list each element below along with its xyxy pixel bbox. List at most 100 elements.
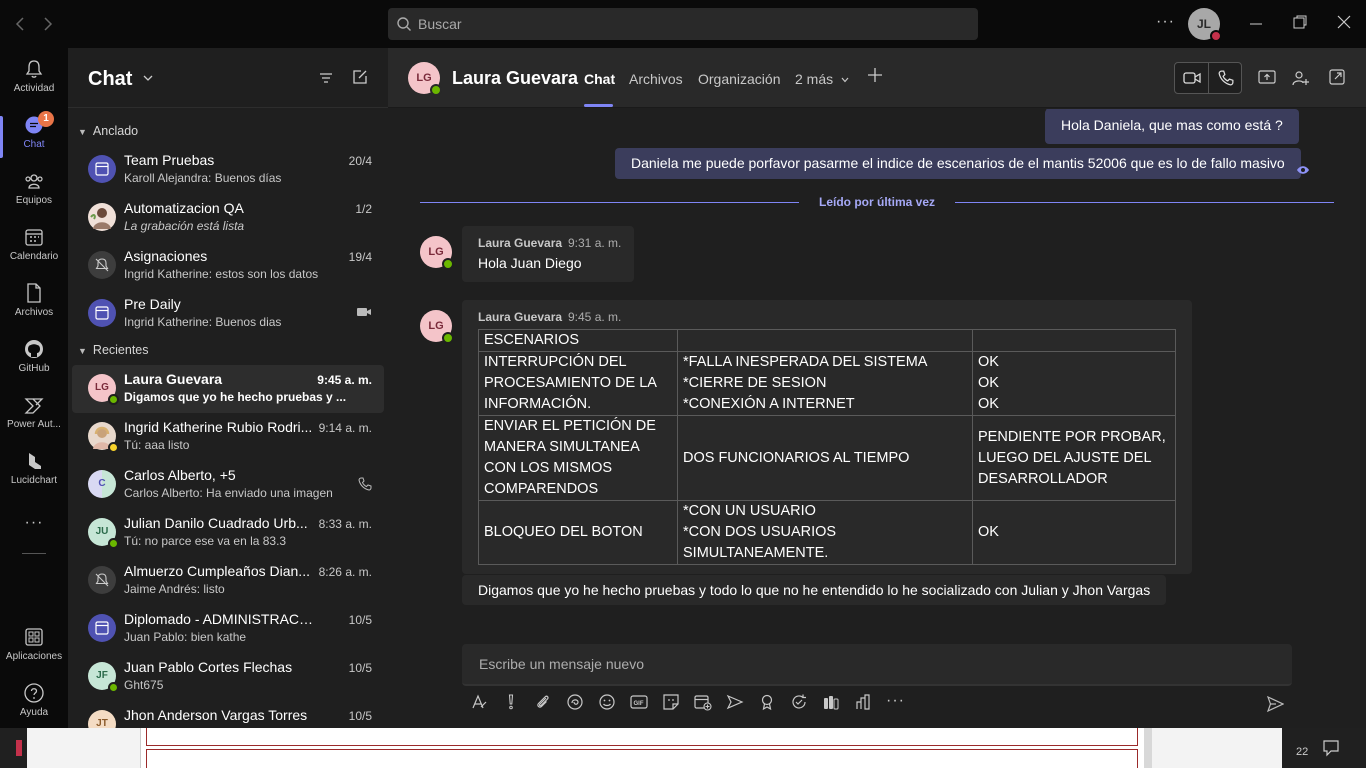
settings-more-button[interactable]: ···: [1156, 13, 1175, 31]
rail-item-calendario[interactable]: Calendario: [0, 226, 68, 276]
forward-arrow-icon[interactable]: [40, 14, 60, 34]
pop-out-icon[interactable]: [1329, 69, 1345, 85]
message-compose-box[interactable]: Escribe un mensaje nuevo: [462, 644, 1292, 686]
chat-item-pre-daily[interactable]: Pre Daily Ingrid Katherine: Buenos dias: [72, 290, 384, 338]
gif-icon[interactable]: GIF: [630, 693, 648, 711]
app-hand-icon[interactable]: [822, 693, 840, 711]
user-avatar[interactable]: JL: [1188, 8, 1222, 42]
loop-icon[interactable]: [566, 693, 584, 711]
table-cell: PENDIENTE POR PROBAR, LUEGO DEL AJUSTE D…: [972, 415, 1176, 501]
chat-item-time: 20/4: [348, 154, 372, 168]
chevron-down-icon[interactable]: [142, 72, 154, 84]
group-avatar: C: [88, 470, 116, 498]
tab-chat[interactable]: Chat: [584, 71, 615, 87]
sender-name: Laura Guevara: [478, 236, 563, 250]
sticker-icon[interactable]: [662, 693, 680, 711]
user-initials: JL: [1196, 17, 1211, 31]
chat-item-almuerzo[interactable]: Almuerzo Cumpleaños Dian... Jaime Andrés…: [72, 557, 384, 605]
message-time: 9:31 a. m.: [568, 236, 622, 250]
praise-icon[interactable]: [758, 693, 776, 711]
search-input[interactable]: Buscar: [388, 8, 978, 40]
section-label: Anclado: [92, 124, 139, 138]
sender-avatar[interactable]: LG: [420, 310, 454, 344]
add-people-icon[interactable]: [1292, 69, 1310, 87]
close-icon[interactable]: [1336, 14, 1356, 34]
compose-placeholder: Escribe un mensaje nuevo: [479, 656, 644, 672]
chat-item-preview: Tú: aaa listo: [124, 438, 190, 452]
chat-item-preview: Ingrid Katherine: estos son los datos: [124, 267, 319, 281]
chat-list-panel: Chat ▼ Anclado Team Pruebas Karoll Alejan…: [68, 48, 388, 728]
chat-item-time: 10/5: [348, 709, 372, 723]
chat-list-title[interactable]: Chat: [88, 68, 132, 91]
chat-item-ingrid-katherine[interactable]: Ingrid Katherine Rubio Rodri... Tú: aaa …: [72, 413, 384, 461]
back-arrow-icon[interactable]: [12, 14, 32, 34]
chat-item-preview: Carlos Alberto: Ha enviado una imagen: [124, 486, 333, 500]
rail-item-aplicaciones[interactable]: Aplicaciones: [0, 626, 68, 676]
section-pinned[interactable]: ▼ Anclado: [78, 124, 138, 138]
rail-item-chat[interactable]: 1 Chat: [0, 111, 68, 164]
more-options-icon[interactable]: ···: [886, 692, 905, 710]
chat-item-preview: Jaime Andrés: listo: [124, 582, 225, 596]
table-row: BLOQUEO DEL BOTON *CON UN USUARIO *CON D…: [478, 500, 1176, 565]
message-bubble[interactable]: Laura Guevara 9:31 a. m. Hola Juan Diego: [462, 226, 634, 282]
chat-item-laura-guevara[interactable]: LG Laura Guevara Digamos que yo he hecho…: [72, 365, 384, 413]
rail-more-button[interactable]: ···: [0, 514, 68, 536]
stream-icon[interactable]: [726, 693, 744, 711]
rail-item-ayuda[interactable]: Ayuda: [0, 682, 68, 732]
restore-icon[interactable]: [1292, 14, 1312, 34]
schedule-meeting-icon[interactable]: [694, 693, 712, 711]
new-chat-icon[interactable]: [352, 69, 368, 85]
rail-item-actividad[interactable]: Actividad: [0, 58, 68, 108]
approvals-icon[interactable]: [790, 693, 808, 711]
chat-item-preview: Ght675: [124, 678, 164, 692]
message-bubble[interactable]: Laura Guevara 9:45 a. m. ESCENARIOS INTE…: [462, 300, 1192, 574]
rail-item-lucidchart[interactable]: Lucidchart: [0, 450, 68, 500]
audio-call-icon[interactable]: [1209, 63, 1243, 93]
tab-organizacion[interactable]: Organización: [698, 71, 781, 87]
chat-item-automatizacion-qa[interactable]: Automatizacion QA La grabación está list…: [72, 194, 384, 242]
my-message[interactable]: Daniela me puede porfavor pasarme el ind…: [615, 148, 1301, 179]
format-icon[interactable]: [470, 693, 488, 711]
chat-item-diplomado[interactable]: Diplomado - ADMINISTRACIÓN ... Juan Pabl…: [72, 605, 384, 653]
chat-item-juan-pablo[interactable]: JF Juan Pablo Cortes Flechas Ght675 10/5: [72, 653, 384, 701]
chat-list-header: Chat: [68, 48, 388, 108]
chat-item-name: Diplomado - ADMINISTRACIÓN ...: [124, 611, 314, 627]
filter-icon[interactable]: [318, 70, 334, 86]
header-avatar[interactable]: LG: [408, 62, 442, 96]
emoji-icon[interactable]: [598, 693, 616, 711]
notification-icon[interactable]: [1322, 739, 1340, 757]
table-cell: ENVIAR EL PETICIÓN DE MANERA SIMULTANEA …: [478, 415, 678, 501]
chat-item-preview: La grabación está lista: [124, 219, 245, 233]
sender-avatar[interactable]: LG: [420, 236, 454, 270]
chat-item-julian-danilo[interactable]: JU Julian Danilo Cuadrado Urb... Tú: no …: [72, 509, 384, 557]
rail-item-archivos[interactable]: Archivos: [0, 282, 68, 332]
attach-icon[interactable]: [534, 693, 552, 711]
tab-archivos[interactable]: Archivos: [629, 71, 683, 87]
rail-item-power-automate[interactable]: Power Aut...: [0, 394, 68, 444]
message-bubble[interactable]: Digamos que yo he hecho pruebas y todo l…: [462, 575, 1167, 605]
send-icon[interactable]: [1266, 695, 1284, 713]
rail-item-equipos[interactable]: Equipos: [0, 170, 68, 220]
chat-item-jhon-anderson[interactable]: JT Jhon Anderson Vargas Torres 10/5: [72, 701, 384, 728]
table-cell: [677, 329, 973, 352]
section-recent[interactable]: ▼ Recientes: [78, 343, 149, 357]
my-message[interactable]: Hola Daniela, que mas como está ?: [1045, 109, 1299, 144]
minimize-icon[interactable]: [1248, 14, 1268, 34]
tab-more[interactable]: 2 más: [795, 71, 850, 87]
table-cell: ESCENARIOS: [478, 329, 678, 352]
rail-item-github[interactable]: GitHub: [0, 338, 68, 388]
power-automate-icon: [24, 398, 44, 414]
priority-icon[interactable]: [502, 693, 520, 711]
chat-item-asignaciones[interactable]: Asignaciones Ingrid Katherine: estos son…: [72, 242, 384, 290]
chat-item-name: Pre Daily: [124, 296, 181, 312]
chat-item-preview: Ingrid Katherine: Buenos dias: [124, 315, 282, 329]
chat-item-team-pruebas[interactable]: Team Pruebas Karoll Alejandra: Buenos dí…: [72, 146, 384, 194]
chat-item-name: Carlos Alberto, +5: [124, 467, 236, 483]
chat-item-carlos-alberto[interactable]: C Carlos Alberto, +5 Carlos Alberto: Ha …: [72, 461, 384, 509]
app-chart-icon[interactable]: [854, 693, 872, 711]
tab-more-label: 2 más: [795, 71, 834, 87]
share-screen-icon[interactable]: [1258, 69, 1276, 85]
video-call-icon[interactable]: [1175, 63, 1209, 93]
chat-item-name: Laura Guevara: [124, 371, 223, 387]
add-tab-icon[interactable]: [866, 66, 884, 84]
